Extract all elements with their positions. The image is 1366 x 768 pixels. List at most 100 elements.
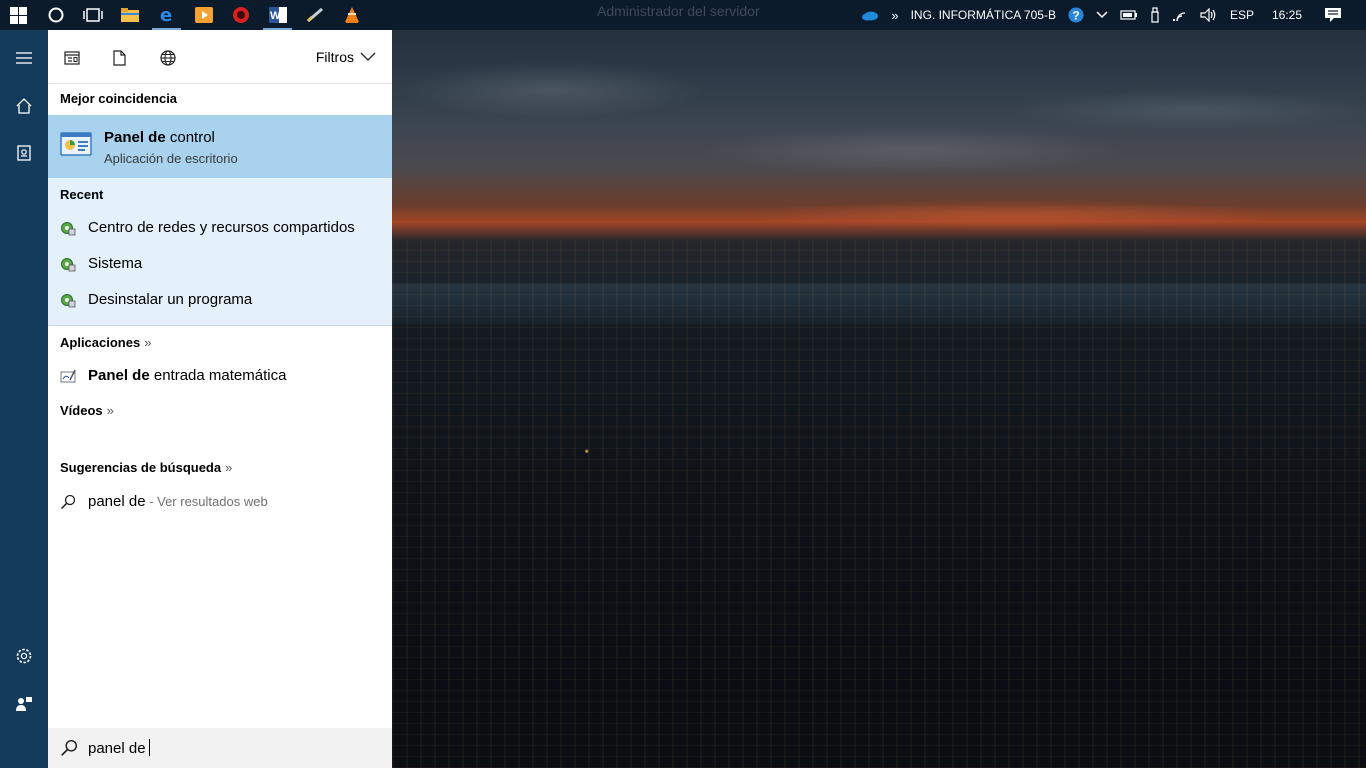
edge-button[interactable]: e: [148, 0, 185, 30]
task-view-button[interactable]: [74, 0, 111, 30]
best-match-title: Panel de control: [104, 129, 215, 146]
battery-icon[interactable]: [1120, 10, 1138, 20]
wallpaper-clouds: [392, 30, 1366, 230]
web-suggestion-item[interactable]: panel de - Ver resultados web: [48, 486, 392, 518]
text-caret: [148, 739, 150, 756]
app-result-item[interactable]: Panel de entrada matemática: [48, 360, 392, 392]
recent-item-label: Centro de redes y recursos compartidos: [88, 219, 355, 236]
media-player-button[interactable]: [185, 0, 222, 30]
search-input[interactable]: panel de: [88, 739, 150, 757]
help-icon[interactable]: ?: [1068, 7, 1084, 23]
control-panel-item-icon: [61, 294, 76, 308]
svg-text:W: W: [270, 10, 281, 22]
home-icon: [16, 98, 32, 114]
start-button[interactable]: [0, 0, 37, 30]
best-match-result[interactable]: Panel de control Aplicación de escritori…: [48, 115, 392, 178]
web-suggestion-query: panel de: [88, 493, 146, 510]
pen-tool-button[interactable]: [296, 0, 333, 30]
apps-more-chevron: »: [144, 335, 152, 350]
chevron-down-icon: [360, 52, 376, 61]
suggestions-header[interactable]: Sugerencias de búsqueda»: [60, 460, 232, 475]
search-icon: [61, 739, 78, 756]
best-match-header: Mejor coincidencia: [60, 91, 178, 106]
control-panel-item-icon: [61, 258, 76, 272]
apps-filter-button[interactable]: [62, 48, 82, 68]
control-panel-item-icon: [61, 222, 76, 236]
web-suggestion-hint: - Ver resultados web: [145, 494, 268, 509]
wifi-icon[interactable]: [1172, 8, 1188, 22]
network-name: ING. INFORMÁTICA 705-B: [910, 8, 1056, 22]
videos-more-chevron: »: [106, 403, 114, 418]
videos-header-label: Vídeos: [60, 403, 103, 418]
app-result-label-bold: Panel de: [88, 367, 150, 384]
best-match-title-rest: control: [165, 129, 215, 146]
chevron-down-icon[interactable]: [1096, 11, 1108, 19]
feedback-person-icon: [16, 697, 32, 711]
search-results-panel: Filtros Mejor coincidencia Panel de cont…: [48, 30, 392, 768]
filters-label: Filtros: [315, 49, 354, 65]
search-icon: [60, 494, 76, 510]
best-match-subtitle: Aplicación de escritorio: [104, 151, 238, 166]
windows-start-icon: [10, 6, 27, 24]
red-app-button[interactable]: [222, 0, 259, 30]
recent-item[interactable]: Centro de redes y recursos compartidos: [48, 212, 392, 244]
search-input-value: panel de: [88, 740, 146, 757]
hamburger-icon: [16, 52, 32, 64]
svg-text:e: e: [160, 6, 172, 24]
taskbar: e W Administrador del servidor » ING. IN…: [0, 0, 1366, 30]
app-result-label-rest: entrada matemática: [149, 367, 287, 384]
search-box[interactable]: panel de: [48, 728, 392, 768]
recent-header: Recent: [60, 187, 104, 202]
hamburger-menu-button[interactable]: [12, 46, 36, 70]
clock[interactable]: 16:25: [1272, 8, 1302, 22]
word-icon: W: [268, 7, 287, 23]
cortana-circle-icon: [48, 7, 63, 23]
home-button[interactable]: [12, 94, 36, 118]
app-result-label: Panel de entrada matemática: [88, 367, 286, 384]
gear-icon: [16, 648, 32, 664]
wallpaper-city: [392, 240, 1366, 768]
file-explorer-button[interactable]: [111, 0, 148, 30]
apps-header[interactable]: Aplicaciones»: [60, 335, 151, 350]
control-panel-icon: [60, 132, 92, 156]
documents-filter-button[interactable]: [109, 48, 129, 68]
settings-button[interactable]: [12, 644, 36, 668]
apps-header-label: Aplicaciones: [60, 335, 141, 350]
apps-filter-icon: [64, 51, 80, 65]
word-button[interactable]: W: [259, 0, 296, 30]
cortana-button[interactable]: [37, 0, 74, 30]
start-left-rail: [0, 30, 48, 768]
web-filter-button[interactable]: [158, 48, 178, 68]
onedrive-icon[interactable]: [861, 9, 879, 21]
recent-item[interactable]: Sistema: [48, 248, 392, 280]
volume-icon[interactable]: [1200, 8, 1218, 22]
suggestions-header-label: Sugerencias de búsqueda: [60, 460, 222, 475]
action-center-icon[interactable]: [1324, 7, 1342, 23]
document-icon: [113, 50, 126, 66]
notebook-icon: [17, 145, 31, 161]
header-divider: [48, 83, 392, 84]
filter-header: Filtros: [48, 30, 392, 84]
vlc-button[interactable]: [333, 0, 370, 30]
vlc-icon: [344, 7, 359, 23]
usb-device-icon[interactable]: [1150, 7, 1160, 23]
media-player-icon: [194, 7, 213, 23]
recent-item-label: Desinstalar un programa: [88, 291, 253, 308]
videos-header[interactable]: Vídeos»: [60, 403, 114, 418]
pen-tool-icon: [306, 7, 323, 23]
notebook-button[interactable]: [12, 141, 36, 165]
suggestions-more-chevron: »: [225, 460, 233, 475]
recent-item[interactable]: Desinstalar un programa: [48, 284, 392, 316]
background-window-title: Administrador del servidor: [597, 3, 760, 19]
task-view-icon: [82, 8, 103, 22]
language-indicator[interactable]: ESP: [1230, 8, 1254, 22]
system-tray: » ING. INFORMÁTICA 705-B ? ESP 16:25: [855, 0, 1366, 30]
filters-dropdown[interactable]: Filtros: [316, 49, 376, 65]
chevron-double-right-icon[interactable]: »: [891, 8, 898, 23]
math-input-panel-icon: [60, 369, 76, 383]
feedback-button[interactable]: [12, 692, 36, 716]
red-circle-app-icon: [232, 7, 249, 23]
edge-browser-icon: e: [160, 6, 172, 24]
best-match-title-bold: Panel de: [104, 129, 166, 146]
globe-icon: [160, 50, 176, 66]
